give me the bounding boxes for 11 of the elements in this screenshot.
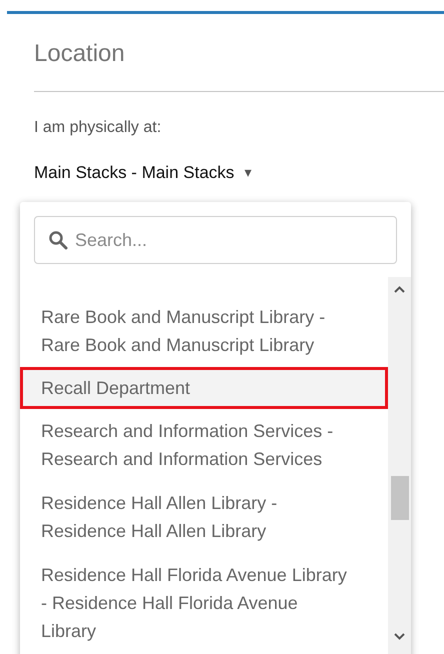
scroll-up-icon[interactable] (393, 285, 406, 294)
field-label: I am physically at: (34, 118, 162, 138)
scrollbar[interactable] (388, 277, 411, 654)
caret-icon: ▾ (244, 162, 252, 184)
location-dropdown[interactable]: Main Stacks - Main Stacks ▾ (34, 160, 252, 186)
section-title: Location (34, 39, 126, 69)
search-icon (48, 230, 68, 250)
scrollbar-thumb[interactable] (391, 476, 409, 520)
scroll-down-icon[interactable] (393, 632, 406, 641)
search-field[interactable]: Search... (34, 216, 397, 264)
location-option[interactable]: Recall Department (20, 367, 388, 409)
